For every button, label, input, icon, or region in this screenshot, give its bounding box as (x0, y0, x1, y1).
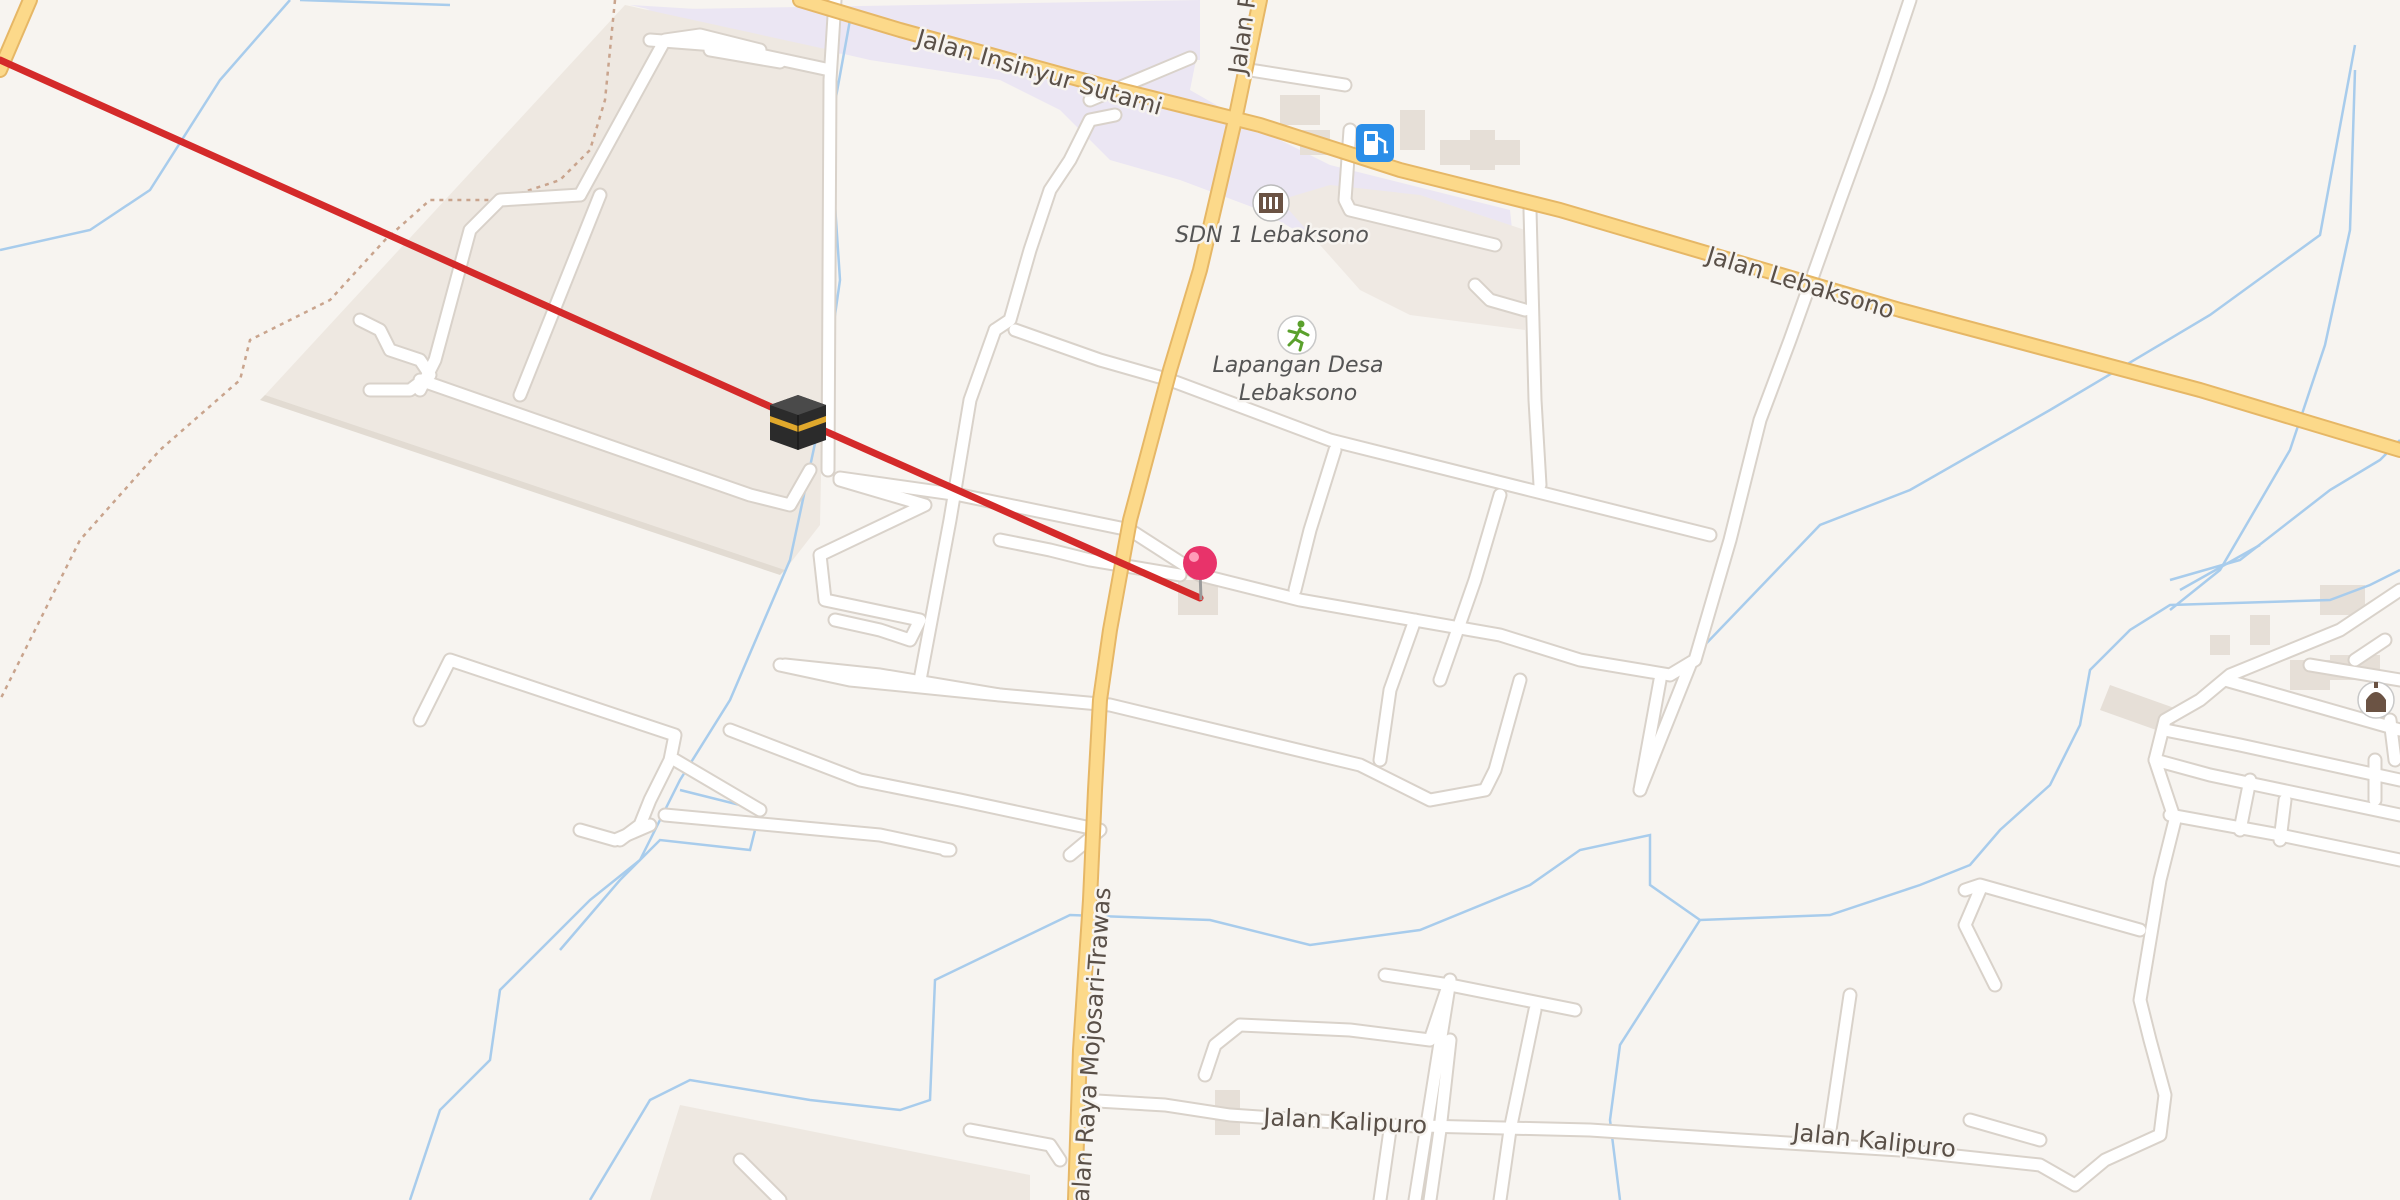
building (1280, 95, 1320, 125)
building (2210, 635, 2230, 655)
poi-mosque[interactable] (2357, 681, 2395, 719)
building (1470, 130, 1495, 170)
building (2250, 615, 2270, 645)
building (1400, 110, 1425, 150)
poi-label-field-line2: Lebaksono (1239, 381, 1357, 406)
poi-fuel-station[interactable] (1356, 124, 1394, 162)
poi-label-school: SDN 1 Lebaksono (1175, 223, 1369, 248)
poi-label-field-line1: Lapangan Desa (1213, 353, 1384, 378)
building (1495, 140, 1520, 165)
location-pin-icon (1183, 546, 1217, 580)
map-canvas[interactable]: Jalan Insinyur Sutami Jalan Raya Jalan L… (0, 0, 2400, 1200)
poi-kaaba[interactable] (770, 395, 826, 450)
building (1440, 140, 1470, 165)
